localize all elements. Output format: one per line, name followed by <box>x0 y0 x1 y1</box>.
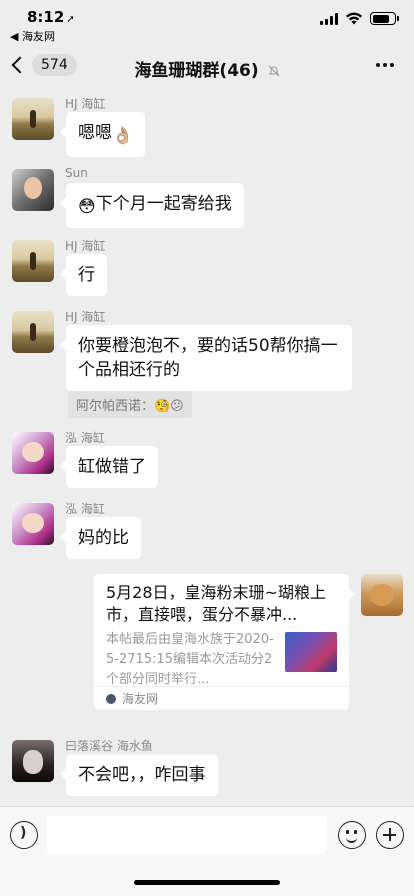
more-actions-button[interactable] <box>376 821 404 849</box>
avatar[interactable] <box>12 169 54 211</box>
ok-hand-emoji: 👌🏼 <box>112 126 134 146</box>
message-bubble[interactable]: 不会吧，，咋回事 <box>60 754 218 796</box>
emoji-button[interactable] <box>338 821 366 849</box>
chat-area[interactable]: HJ 海缸 嗯嗯👌🏼 Sun 😳下个月一起寄给我 HJ 海缸 行 HJ 海缸 你… <box>0 88 414 806</box>
quoted-message[interactable]: 阿尔帕西诺：🧐😕 <box>68 391 192 418</box>
bell-slash-icon <box>268 65 279 77</box>
status-time: 8:12 ➚ <box>27 8 75 26</box>
status-icons <box>320 12 399 25</box>
message-bubble[interactable]: 😳下个月一起寄给我 <box>60 183 244 228</box>
avatar[interactable] <box>12 311 54 353</box>
battery-icon <box>370 12 399 25</box>
message-bubble[interactable]: 行 <box>60 254 107 296</box>
wifi-icon <box>346 12 362 25</box>
message-bubble[interactable]: 你要橙泡泡不，要的话50帮你搞一个品相还行的 <box>60 325 352 391</box>
chat-title: 海鱼珊瑚群(46) <box>0 56 414 81</box>
message-bubble[interactable]: 嗯嗯👌🏼 <box>59 112 146 157</box>
message-bubble[interactable]: 妈的比 <box>60 517 141 559</box>
sender-name: 泓 海缸 <box>65 431 105 445</box>
link-card[interactable]: 5月28日，皇海粉末珊~瑚粮上市，直接喂，蛋分不暴冲... 本帖最后由皇海水族于… <box>94 574 355 710</box>
cellular-signal-icon <box>320 12 338 25</box>
sender-name: HJ 海缸 <box>65 310 106 324</box>
avatar[interactable] <box>12 240 54 282</box>
link-card-title: 5月28日，皇海粉末珊~瑚粮上市，直接喂，蛋分不暴冲... <box>106 583 326 624</box>
sender-name: HJ 海缸 <box>65 239 106 253</box>
status-bar: 8:12 ➚ ◀ 海友网 <box>0 0 414 44</box>
avatar[interactable] <box>12 503 54 545</box>
sender-name: HJ 海缸 <box>65 97 106 111</box>
flushed-face-emoji: 😳 <box>78 197 96 217</box>
message-bubble[interactable]: 缸做错了 <box>60 446 158 488</box>
location-arrow-icon: ➚ <box>66 14 75 25</box>
voice-input-button[interactable] <box>10 821 38 849</box>
sender-name: 曰落溪谷 海水鱼 <box>65 739 153 753</box>
link-card-thumbnail <box>285 632 337 672</box>
link-card-description: 本帖最后由皇海水族于2020-5-2715:15编辑本次活动分2个部分同时举行.… <box>106 632 274 687</box>
sender-name: Sun <box>65 166 88 180</box>
home-indicator <box>134 880 280 885</box>
more-options-button[interactable] <box>376 63 394 67</box>
link-card-source: 海友网 <box>94 686 349 710</box>
message-input[interactable] <box>47 816 327 854</box>
back-to-app-link[interactable]: ◀ 海友网 <box>10 28 55 44</box>
nav-bar: 574 海鱼珊瑚群(46) <box>0 44 414 88</box>
sender-name: 泓 海缸 <box>65 502 105 516</box>
avatar[interactable] <box>12 740 54 782</box>
avatar[interactable] <box>12 432 54 474</box>
avatar[interactable] <box>12 98 54 140</box>
compass-icon <box>106 694 116 704</box>
avatar[interactable] <box>361 574 403 616</box>
